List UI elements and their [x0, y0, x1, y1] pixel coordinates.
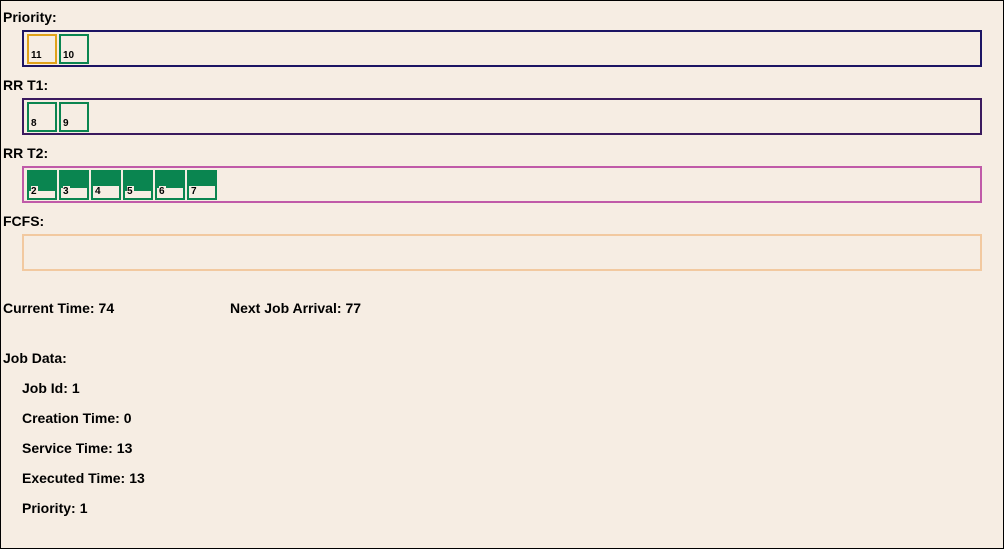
job-id-label: 11	[31, 50, 43, 61]
job-id-label: 7	[191, 186, 198, 197]
window-frame	[0, 0, 1004, 549]
job-id-label: 9	[63, 118, 70, 129]
executed-time-value: 13	[129, 470, 145, 486]
job-id-label: 4	[95, 186, 102, 197]
job-id-label: Job Id:	[22, 380, 68, 396]
job-id-label: 3	[63, 186, 70, 197]
job-box: 3	[59, 170, 89, 200]
queue-jobs: 89	[27, 102, 89, 132]
job-id-label: 6	[159, 186, 166, 197]
queue-label-rr-t1: RR T1:	[3, 77, 49, 93]
priority-label: Priority:	[22, 500, 76, 516]
job-id-label: 10	[63, 50, 76, 61]
queue-jobs: 2 3 4 5 6 7	[27, 170, 217, 200]
job-box: 9	[59, 102, 89, 132]
queue-fcfs	[22, 234, 982, 271]
next-arrival-label: Next Job Arrival:	[230, 300, 342, 316]
job-data-title: Job Data:	[3, 350, 67, 366]
job-box: 2	[27, 170, 57, 200]
job-box: 5	[123, 170, 153, 200]
current-time: Current Time: 74	[3, 300, 114, 316]
creation-time-label: Creation Time:	[22, 410, 120, 426]
creation-time-value: 0	[123, 410, 132, 426]
next-arrival-value: 77	[345, 300, 362, 316]
job-box: 7	[187, 170, 217, 200]
service-time-label: Service Time:	[22, 440, 113, 456]
queue-label-fcfs: FCFS:	[3, 213, 45, 229]
service-time-row: Service Time: 13	[22, 440, 132, 456]
job-id-label: 5	[127, 186, 134, 197]
job-id-value: 1	[71, 380, 80, 396]
job-progress-fill	[93, 172, 119, 187]
executed-time-label: Executed Time:	[22, 470, 126, 486]
executed-time-row: Executed Time: 13	[22, 470, 145, 486]
priority-value: 1	[79, 500, 88, 516]
queue-rr-t1: 89	[22, 98, 982, 135]
job-id-label: 2	[31, 186, 38, 197]
job-box: 4	[91, 170, 121, 200]
job-box: 11	[27, 34, 57, 64]
job-id-label: 8	[31, 118, 38, 129]
job-box: 10	[59, 34, 89, 64]
queue-jobs: 11 10	[27, 34, 89, 64]
job-box: 6	[155, 170, 185, 200]
next-job-arrival: Next Job Arrival: 77	[230, 300, 361, 316]
job-id-row: Job Id: 1	[22, 380, 80, 396]
queue-rr-t2: 2 3 4 5 6 7	[22, 166, 982, 203]
priority-row: Priority: 1	[22, 500, 87, 516]
current-time-value: 74	[98, 300, 115, 316]
creation-time-row: Creation Time: 0	[22, 410, 132, 426]
service-time-value: 13	[116, 440, 133, 456]
queue-label-priority: Priority:	[3, 9, 57, 25]
queue-priority: 11 10	[22, 30, 982, 67]
queue-label-rr-t2: RR T2:	[3, 145, 49, 161]
current-time-label: Current Time:	[3, 300, 95, 316]
job-progress-fill	[189, 172, 215, 187]
job-box: 8	[27, 102, 57, 132]
